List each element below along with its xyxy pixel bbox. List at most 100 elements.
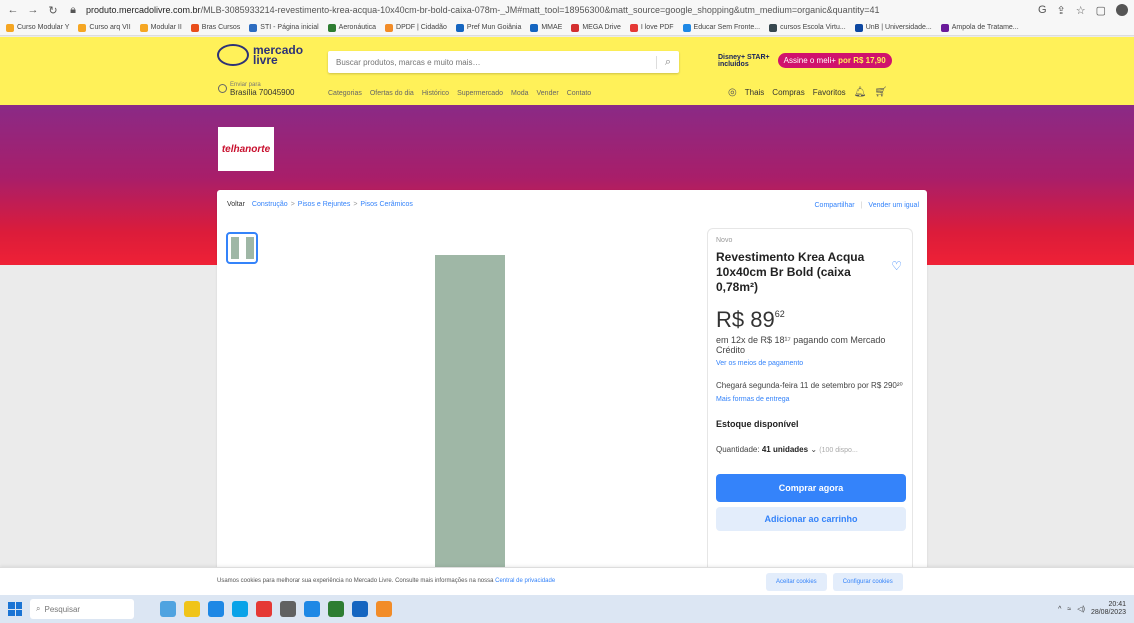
reload-icon[interactable]: ↻ <box>46 3 60 17</box>
cookie-banner: Usamos cookies para melhorar sua experiê… <box>0 567 1134 595</box>
mercado-livre-logo[interactable]: mercado livre <box>217 44 303 66</box>
share-link[interactable]: Compartilhar <box>815 202 855 209</box>
buy-box: Novo Revestimento Krea Acqua 10x40cm Br … <box>707 228 913 570</box>
taskbar-search[interactable]: ⌕ Pesquisar <box>30 599 134 619</box>
google-icon[interactable]: G <box>1038 4 1047 17</box>
shipping-text: Chegará segunda-feira 11 de setembro por… <box>716 381 903 390</box>
search-bar[interactable]: ⌕ <box>328 51 679 73</box>
compras-link[interactable]: Compras <box>772 88 804 97</box>
browser-toolbar: ← → ↻ 🔒︎ produto.mercadolivre.com.br/MLB… <box>0 0 1134 20</box>
privacy-center-link[interactable]: Central de privacidade <box>495 578 555 584</box>
bookmark-item[interactable]: Educar Sem Fronte... <box>682 23 761 32</box>
search-input[interactable] <box>336 57 656 67</box>
bookmark-favicon-icon <box>940 23 949 32</box>
accept-cookies-button[interactable]: Aceitar cookies <box>766 573 827 591</box>
taskbar-app-icon[interactable] <box>184 601 200 617</box>
bookmark-item[interactable]: Aeronáutica <box>327 23 376 32</box>
taskbar-app-icon[interactable] <box>232 601 248 617</box>
quantity-selector[interactable]: Quantidade: 41 unidades ⌄ (100 dispo... <box>716 445 904 454</box>
header-nav-item[interactable]: Ofertas do dia <box>370 90 414 97</box>
address-bar[interactable]: produto.mercadolivre.com.br/MLB-30859332… <box>86 5 1032 15</box>
taskbar-app-icon[interactable] <box>352 601 368 617</box>
bookmark-item[interactable]: UnB | Universidade... <box>854 23 932 32</box>
header-nav-item[interactable]: Categorias <box>328 90 362 97</box>
bookmark-item[interactable]: Pref Mun Goiânia <box>455 23 521 32</box>
wifi-icon[interactable]: ≈ <box>1067 606 1071 613</box>
product-image[interactable] <box>435 255 505 570</box>
header-nav: Categorias Ofertas do dia Histórico Superme… <box>328 90 591 97</box>
meli-plus-badge[interactable]: Assine o meli+ por R$ 17,90 <box>777 53 892 68</box>
chevron-up-icon[interactable]: ^ <box>1058 606 1061 613</box>
cookie-message: Usamos cookies para melhorar sua experiê… <box>217 578 556 584</box>
bookmark-item[interactable]: DPDF | Cidadão <box>385 23 447 32</box>
taskbar-app-icon[interactable] <box>304 601 320 617</box>
bookmark-label: Educar Sem Fronte... <box>693 24 761 31</box>
bookmark-favicon-icon <box>769 23 778 32</box>
header-nav-item[interactable]: Contato <box>567 90 592 97</box>
bookmark-item[interactable]: I love PDF <box>629 23 674 32</box>
chevron-down-icon[interactable]: ⌄ <box>810 445 817 454</box>
store-logo[interactable]: telhanorte <box>218 127 274 171</box>
payment-methods-link[interactable]: Ver os meios de pagamento <box>716 360 904 367</box>
configure-cookies-button[interactable]: Configurar cookies <box>832 573 903 591</box>
site-header: mercadolivre ⌕ Disney+ STAR+incluídos As… <box>0 37 1134 105</box>
bookmark-label: I love PDF <box>640 24 674 31</box>
bookmark-item[interactable]: Bras Cursos <box>190 23 240 32</box>
forward-arrow-icon[interactable]: → <box>26 3 40 17</box>
share-icon[interactable]: ⇪ <box>1057 4 1066 17</box>
add-to-cart-button[interactable]: Adicionar ao carrinho <box>716 507 906 531</box>
taskbar-app-icon[interactable] <box>256 601 272 617</box>
clock[interactable]: 20:41 28/08/2023 <box>1091 601 1126 617</box>
bookmark-item[interactable]: MMAE <box>530 23 562 32</box>
taskbar-app-icon[interactable] <box>376 601 392 617</box>
lock-icon[interactable]: 🔒︎ <box>66 3 80 17</box>
window-icon[interactable]: ▢ <box>1096 4 1106 17</box>
user-avatar-icon[interactable]: ◎ <box>728 87 737 98</box>
taskbar-app-icon[interactable] <box>160 601 176 617</box>
taskbar-app-icon[interactable] <box>328 601 344 617</box>
breadcrumb-separator: > <box>353 201 358 208</box>
breadcrumb-item[interactable]: Construção <box>252 201 288 208</box>
bookmark-item[interactable]: STI - Página inicial <box>249 23 319 32</box>
bookmark-item[interactable]: Ampola de Tratame... <box>940 23 1019 32</box>
breadcrumb-item[interactable]: Pisos Cerâmicos <box>360 201 413 208</box>
cart-icon[interactable]: 🛒︎ <box>874 87 887 98</box>
taskbar-app-icon[interactable] <box>280 601 296 617</box>
header-nav-item[interactable]: Histórico <box>422 90 449 97</box>
user-name[interactable]: Thais <box>745 88 765 97</box>
product-thumbnail[interactable] <box>226 232 258 264</box>
star-icon[interactable]: ☆ <box>1076 4 1086 17</box>
bookmark-item[interactable]: Curso arq VII <box>78 23 131 32</box>
bookmark-favicon-icon <box>571 23 580 32</box>
header-nav-item[interactable]: Supermercado <box>457 90 503 97</box>
back-arrow-icon[interactable]: ← <box>6 3 20 17</box>
bookmark-label: Ampola de Tratame... <box>951 24 1019 31</box>
shipping-options-link[interactable]: Mais formas de entrega <box>716 396 904 403</box>
heart-icon[interactable]: ♡ <box>891 259 902 273</box>
profile-icon[interactable] <box>1116 3 1128 16</box>
bookmark-item[interactable]: MEGA Drive <box>571 23 621 32</box>
breadcrumb-item[interactable]: Pisos e Rejuntes <box>298 201 351 208</box>
bookmark-item[interactable]: cursos Escola Virtu... <box>769 23 846 32</box>
delivery-address[interactable]: Enviar para Brasília 70045900 <box>218 82 295 97</box>
header-nav-item[interactable]: Vender <box>537 90 559 97</box>
windows-start-icon[interactable] <box>8 602 22 616</box>
system-tray: ^ ≈ ◁) 20:41 28/08/2023 <box>1058 601 1126 617</box>
bookmark-label: DPDF | Cidadão <box>396 24 447 31</box>
breadcrumb-back[interactable]: Voltar <box>227 201 245 208</box>
search-icon[interactable]: ⌕ <box>655 55 671 69</box>
bookmark-label: MEGA Drive <box>582 24 621 31</box>
promo-banner[interactable]: Disney+ STAR+ incluídos Assine o meli+ po… <box>718 53 892 68</box>
favoritos-link[interactable]: Favoritos <box>813 88 846 97</box>
bookmark-favicon-icon <box>6 23 14 32</box>
speaker-icon[interactable]: ◁) <box>1077 605 1085 613</box>
bookmark-item[interactable]: Modular II <box>139 23 182 32</box>
bell-icon[interactable]: 🔔︎ <box>854 87 867 98</box>
taskbar-app-icon[interactable] <box>208 601 224 617</box>
bookmark-favicon-icon <box>530 23 539 32</box>
buy-now-button[interactable]: Comprar agora <box>716 474 906 502</box>
header-nav-item[interactable]: Moda <box>511 90 529 97</box>
sell-similar-link[interactable]: Vender um igual <box>868 202 919 209</box>
bookmark-label: cursos Escola Virtu... <box>780 24 846 31</box>
bookmark-item[interactable]: Curso Modular Y <box>6 23 69 32</box>
